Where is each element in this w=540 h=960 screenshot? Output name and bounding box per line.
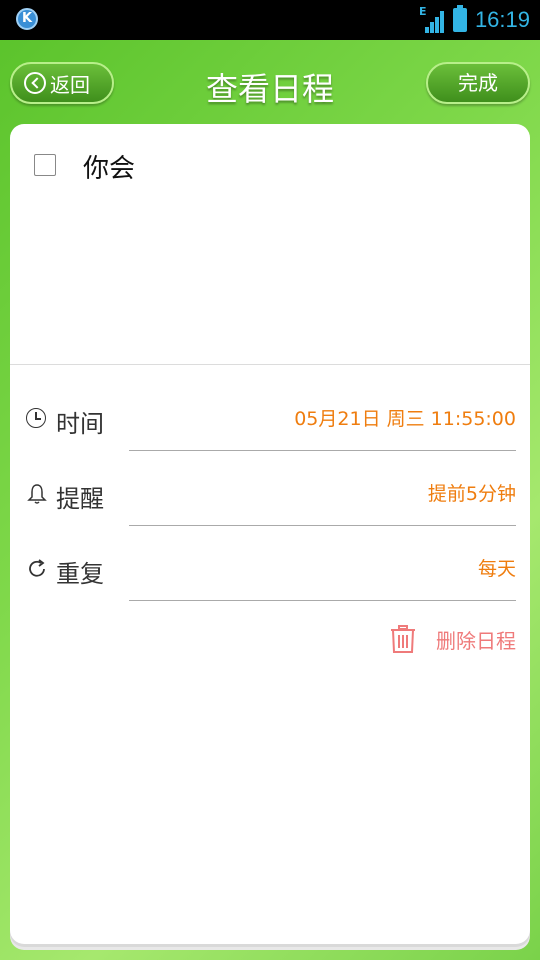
event-title-area: 你会 (10, 124, 530, 365)
signal-icon: E (418, 5, 445, 33)
event-detail-card: 你会 时间 05月21日 周三 11:55:00 提醒 提前5分钟 重复 每天 (10, 124, 530, 944)
divider (129, 450, 516, 451)
back-button[interactable]: 返回 (10, 62, 114, 104)
back-arrow-icon (24, 72, 46, 94)
delete-event-button[interactable]: 删除日程 (388, 622, 516, 656)
reminder-label: 提醒 (56, 485, 104, 513)
trash-icon (391, 625, 415, 653)
time-label: 时间 (56, 410, 104, 438)
battery-icon (452, 5, 467, 32)
repeat-value[interactable]: 每天 (478, 554, 516, 581)
time-row[interactable]: 时间 05月21日 周三 11:55:00 (10, 384, 530, 451)
time-value[interactable]: 05月21日 周三 11:55:00 (294, 404, 516, 431)
status-indicators: E 16:19 (419, 4, 530, 36)
status-time: 16:19 (474, 7, 530, 32)
status-bar: K E 16:19 (0, 0, 540, 40)
reminder-value[interactable]: 提前5分钟 (428, 479, 516, 506)
repeat-label: 重复 (56, 560, 104, 588)
repeat-row[interactable]: 重复 每天 (10, 534, 530, 601)
divider (129, 525, 516, 526)
notification-app-icon: K (16, 8, 38, 30)
clock-icon (26, 408, 46, 428)
reminder-row[interactable]: 提醒 提前5分钟 (10, 459, 530, 526)
back-button-label: 返回 (50, 72, 90, 97)
repeat-icon (29, 559, 45, 577)
network-type: E (418, 5, 427, 18)
divider (129, 600, 516, 601)
bell-icon (27, 484, 47, 504)
header: 返回 查看日程 完成 (0, 50, 540, 122)
event-complete-checkbox[interactable] (34, 154, 56, 176)
done-button[interactable]: 完成 (426, 62, 530, 104)
delete-event-label: 删除日程 (436, 628, 516, 653)
event-title[interactable]: 你会 (83, 148, 135, 185)
